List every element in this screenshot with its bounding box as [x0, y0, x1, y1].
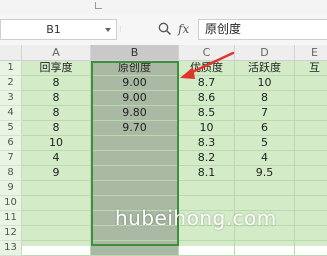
cell-a12[interactable] [22, 226, 91, 241]
cell-b9[interactable] [91, 181, 179, 196]
cell-e11[interactable] [295, 211, 327, 226]
cell-d5[interactable]: 6 [235, 121, 295, 136]
chevron-down-icon[interactable] [105, 28, 111, 32]
cell-b13[interactable] [91, 241, 179, 256]
formula-bar: B1 fx 原创度 [0, 14, 327, 46]
cell-b2[interactable]: 9.00 [91, 76, 179, 91]
column-header-b[interactable]: B [91, 45, 179, 61]
cell-c3[interactable]: 8.6 [179, 91, 235, 106]
cell-a5[interactable]: 8 [22, 121, 91, 136]
row-header-1[interactable]: 1 [0, 61, 22, 76]
name-box[interactable]: B1 [0, 19, 117, 40]
cell-e10[interactable] [295, 196, 327, 211]
cell-d1[interactable]: 活跃度 [235, 61, 295, 76]
row-header-8[interactable]: 8 [0, 166, 22, 181]
cell-c5[interactable]: 10 [179, 121, 235, 136]
cell-d8[interactable]: 9.5 [235, 166, 295, 181]
collapse-icon[interactable] [95, 2, 102, 9]
row-header-7[interactable]: 7 [0, 151, 22, 166]
cell-c8[interactable]: 8.1 [179, 166, 235, 181]
cell-b1[interactable]: 原创度 [91, 61, 179, 76]
cell-e2[interactable] [295, 76, 327, 91]
cell-a10[interactable] [22, 196, 91, 211]
cell-a2[interactable]: 8 [22, 76, 91, 91]
row-header-13[interactable]: 13 [0, 241, 22, 256]
fx-icon[interactable]: fx [178, 21, 189, 37]
row-header-10[interactable]: 10 [0, 196, 22, 211]
cell-a6[interactable]: 10 [22, 136, 91, 151]
cell-c2[interactable]: 8.7 [179, 76, 235, 91]
cell-d4[interactable]: 7 [235, 106, 295, 121]
row-header-6[interactable]: 6 [0, 136, 22, 151]
row-header-12[interactable]: 12 [0, 226, 22, 241]
cell-e5[interactable] [295, 121, 327, 136]
row-header-3[interactable]: 3 [0, 91, 22, 106]
cell-e4[interactable] [295, 106, 327, 121]
row-header-11[interactable]: 11 [0, 211, 22, 226]
cell-e13[interactable] [295, 241, 327, 256]
cell-e7[interactable] [295, 151, 327, 166]
cell-c9[interactable] [179, 181, 235, 196]
column-header-a[interactable]: A [22, 45, 91, 61]
cell-b6[interactable] [91, 136, 179, 151]
select-all-corner[interactable] [0, 45, 22, 61]
cell-a13[interactable] [22, 241, 91, 256]
cell-b8[interactable] [91, 166, 179, 181]
column-header-c[interactable]: C [179, 45, 235, 61]
cell-a7[interactable]: 4 [22, 151, 91, 166]
cell-a3[interactable]: 8 [22, 91, 91, 106]
formula-input[interactable]: 原创度 [198, 19, 327, 40]
cell-a1[interactable]: 回享度 [22, 61, 91, 76]
cell-e8[interactable] [295, 166, 327, 181]
row-header-2[interactable]: 2 [0, 76, 22, 91]
cell-d6[interactable]: 5 [235, 136, 295, 151]
cell-e1[interactable]: 互 [295, 61, 327, 76]
cell-b7[interactable] [91, 151, 179, 166]
cell-a8[interactable]: 9 [22, 166, 91, 181]
cell-c6[interactable]: 8.3 [179, 136, 235, 151]
row-header-5[interactable]: 5 [0, 121, 22, 136]
zoom-icon[interactable] [157, 21, 173, 37]
name-box-value: B1 [46, 23, 61, 36]
top-strip [0, 0, 327, 14]
cell-d13[interactable] [235, 241, 295, 256]
watermark: hubeihong.com [115, 206, 277, 230]
cell-a11[interactable] [22, 211, 91, 226]
cell-a4[interactable]: 8 [22, 106, 91, 121]
cell-d9[interactable] [235, 181, 295, 196]
cell-d7[interactable]: 4 [235, 151, 295, 166]
cell-a9[interactable] [22, 181, 91, 196]
cell-c1[interactable]: 优质度 [179, 61, 235, 76]
row-header-4[interactable]: 4 [0, 106, 22, 121]
cell-b5[interactable]: 9.70 [91, 121, 179, 136]
drag-handle-icon[interactable] [120, 22, 121, 36]
cell-c4[interactable]: 8.5 [179, 106, 235, 121]
cell-d2[interactable]: 10 [235, 76, 295, 91]
cell-b4[interactable]: 9.80 [91, 106, 179, 121]
cell-b3[interactable]: 9.00 [91, 91, 179, 106]
cell-e3[interactable] [295, 91, 327, 106]
row-header-9[interactable]: 9 [0, 181, 22, 196]
column-header-d[interactable]: D [235, 45, 295, 61]
cell-c13[interactable] [179, 241, 235, 256]
cell-e6[interactable] [295, 136, 327, 151]
cell-c7[interactable]: 8.2 [179, 151, 235, 166]
cell-d3[interactable]: 8 [235, 91, 295, 106]
cell-e12[interactable] [295, 226, 327, 241]
cell-e9[interactable] [295, 181, 327, 196]
column-header-e[interactable]: E [295, 45, 327, 61]
